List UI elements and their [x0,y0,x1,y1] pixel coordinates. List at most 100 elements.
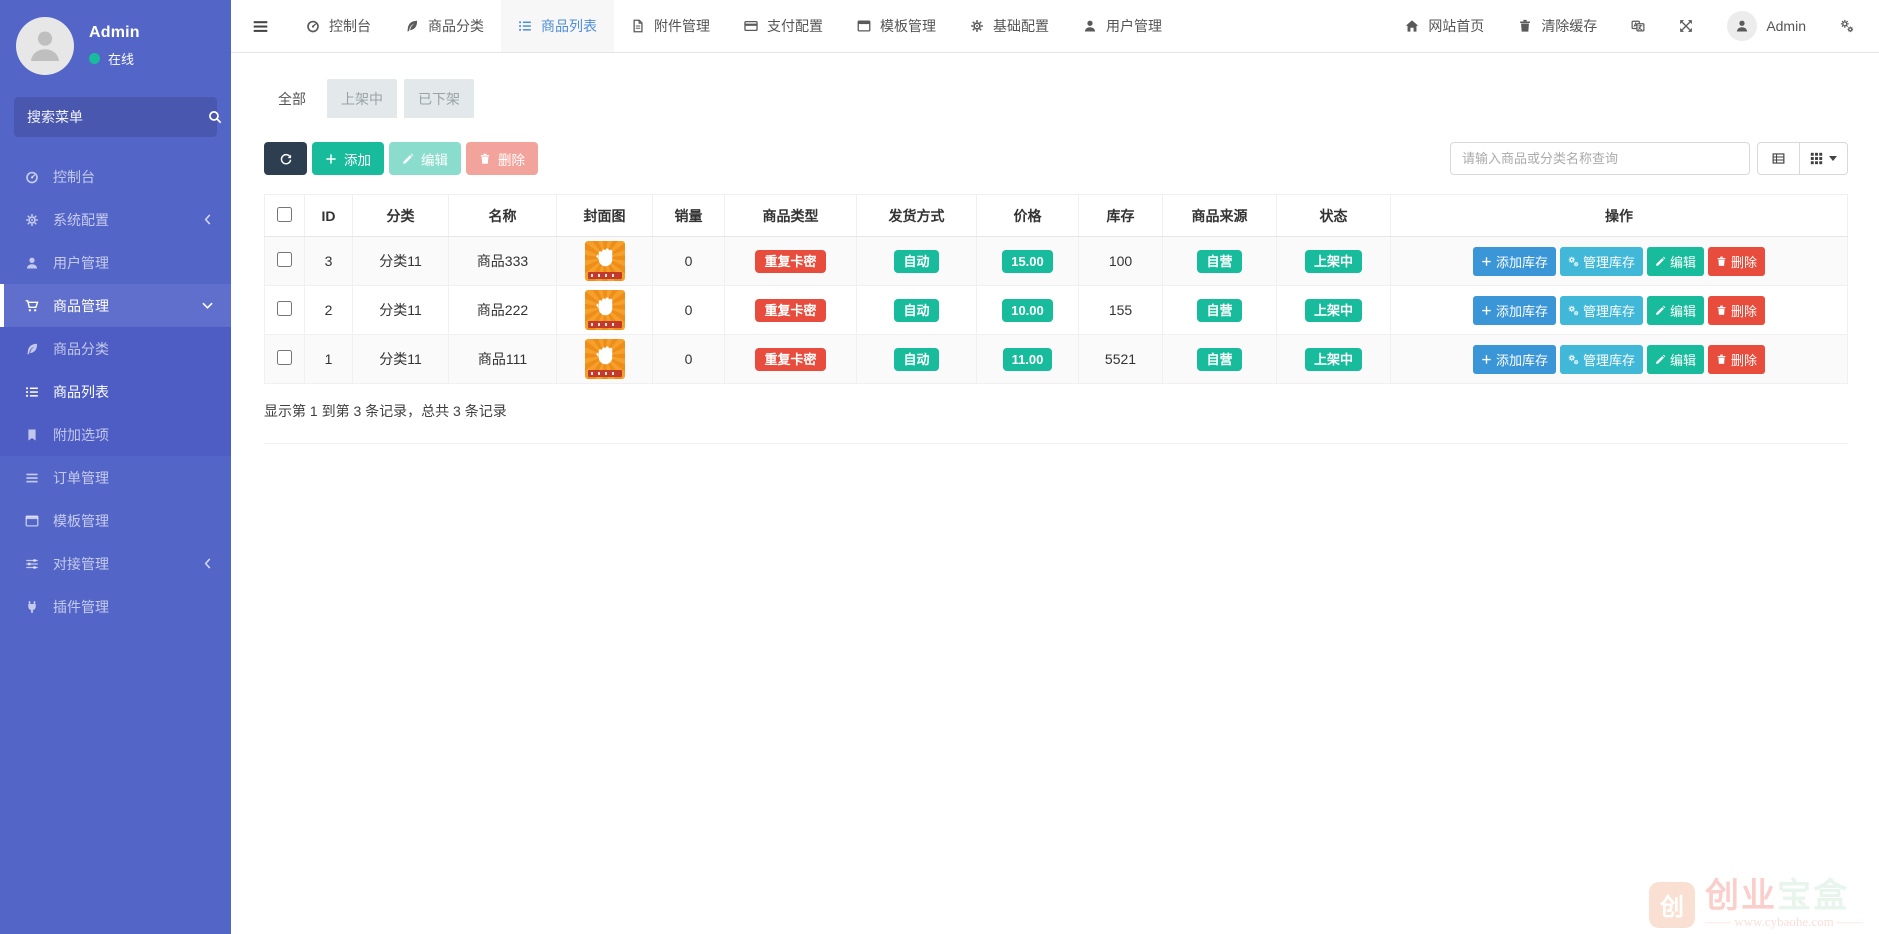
sidebar-item[interactable]: 订单管理 [0,456,231,499]
delete-button[interactable]: 删除 [466,142,538,175]
language-switch-button[interactable] [1614,0,1662,52]
topnav-item-label: 支付配置 [767,16,823,36]
sidebar: Admin 在线 控制台系统配置用户管理商品管理商品分类商品列表附加选项订单管理… [0,0,231,934]
sidebar-item[interactable]: 系统配置 [0,198,231,241]
delete-row-button[interactable]: 删除 [1708,345,1765,374]
topnav-item-label: 用户管理 [1106,16,1162,36]
fist-icon [585,242,625,272]
sidebar-item-label: 插件管理 [53,597,109,617]
pencil-icon [1655,354,1666,365]
bars-icon [22,471,41,485]
topnav-item[interactable]: 模板管理 [840,0,953,52]
add-stock-button[interactable]: 添加库存 [1473,345,1556,374]
refresh-button[interactable] [264,142,307,175]
panel-divider [264,443,1848,444]
cell-stock: 100 [1079,237,1163,286]
status-badge: 上架中 [1305,250,1362,273]
clear-cache-button[interactable]: 清除缓存 [1501,0,1614,52]
product-cover-image[interactable] [585,241,625,281]
table-column-header: 发货方式 [857,195,977,237]
row-checkbox[interactable] [277,252,292,267]
trash-icon [1716,305,1727,316]
topnav-item[interactable]: 附件管理 [614,0,727,52]
sidebar-item[interactable]: 商品管理 [0,284,231,327]
fullscreen-button[interactable] [1662,0,1710,52]
sidebar-item[interactable]: 模板管理 [0,499,231,542]
topnav-item[interactable]: 基础配置 [953,0,1066,52]
add-stock-button[interactable]: 添加库存 [1473,296,1556,325]
product-cover-image[interactable] [585,290,625,330]
caret-down-icon [1829,156,1837,161]
row-checkbox[interactable] [277,301,292,316]
delete-row-button[interactable]: 删除 [1708,296,1765,325]
sidebar-item-label: 对接管理 [53,554,109,574]
topnav-item[interactable]: 用户管理 [1066,0,1179,52]
user-icon [26,27,64,65]
topnav-item[interactable]: 支付配置 [727,0,840,52]
profile-menu[interactable]: Admin [1710,0,1823,52]
toggle-view-button[interactable] [1757,142,1800,175]
bookmark-icon [22,428,41,442]
row-checkbox[interactable] [277,350,292,365]
sidebar-item[interactable]: 附加选项 [0,413,231,456]
table-row: 2分类11商品2220重复卡密自动10.00155自营上架中添加库存管理库存编辑… [265,286,1848,335]
sidebar-toggle-button[interactable] [231,0,289,52]
topnav-item[interactable]: 商品列表 [501,0,614,52]
sidebar-item[interactable]: 用户管理 [0,241,231,284]
filter-tabs: 全部上架中已下架 [264,79,1848,118]
table-row: 1分类11商品1110重复卡密自动11.005521自营上架中添加库存管理库存编… [265,335,1848,384]
sidebar-item[interactable]: 对接管理 [0,542,231,585]
credit-card-icon [744,19,758,33]
cell-category: 分类11 [353,237,449,286]
expand-icon [1679,19,1693,33]
cell-category: 分类11 [353,286,449,335]
manage-stock-button[interactable]: 管理库存 [1560,247,1643,276]
hamburger-icon [252,18,269,35]
sidebar-item-label: 商品分类 [53,339,109,359]
pencil-icon [402,153,414,165]
site-home-link[interactable]: 网站首页 [1388,0,1501,52]
table-body: 3分类11商品3330重复卡密自动15.00100自营上架中添加库存管理库存编辑… [265,237,1848,384]
topnav-item[interactable]: 控制台 [289,0,388,52]
cover-banner [588,321,622,328]
table-toolbar: 添加 编辑 删除 [264,142,1848,175]
search-icon[interactable] [208,110,222,124]
edit-row-button[interactable]: 编辑 [1647,247,1704,276]
table-search-input[interactable] [1450,142,1750,175]
edit-button[interactable]: 编辑 [389,142,461,175]
sidebar-item[interactable]: 商品列表 [0,370,231,413]
manage-stock-button[interactable]: 管理库存 [1560,296,1643,325]
cogs-icon [1568,354,1579,365]
filter-tab[interactable]: 已下架 [404,79,474,118]
sidebar-item[interactable]: 插件管理 [0,585,231,628]
columns-dropdown-button[interactable] [1799,142,1848,175]
sidebar-menu: 控制台系统配置用户管理商品管理商品分类商品列表附加选项订单管理模板管理对接管理插… [0,155,231,934]
edit-row-button[interactable]: 编辑 [1647,345,1704,374]
edit-row-button[interactable]: 编辑 [1647,296,1704,325]
pencil-icon [1655,305,1666,316]
select-all-checkbox[interactable] [277,207,292,222]
cell-name: 商品222 [449,286,557,335]
menu-search-input[interactable] [27,109,208,125]
product-cover-image[interactable] [585,339,625,379]
cell-category: 分类11 [353,335,449,384]
filter-tab[interactable]: 全部 [264,79,320,118]
topnav-item[interactable]: 商品分类 [388,0,501,52]
delivery-badge: 自动 [894,348,938,371]
table-column-header: 状态 [1277,195,1391,237]
sidebar-item[interactable]: 控制台 [0,155,231,198]
cell-id: 3 [305,237,353,286]
settings-menu-button[interactable] [1823,0,1871,52]
cell-sales: 0 [653,286,725,335]
sidebar-item[interactable]: 商品分类 [0,327,231,370]
filter-tab[interactable]: 上架中 [327,79,397,118]
add-stock-button[interactable]: 添加库存 [1473,247,1556,276]
price-badge: 15.00 [1002,250,1053,273]
table-column-header: 操作 [1391,195,1848,237]
navbar-avatar [1727,11,1757,41]
cell-id: 1 [305,335,353,384]
manage-stock-button[interactable]: 管理库存 [1560,345,1643,374]
delete-row-button[interactable]: 删除 [1708,247,1765,276]
add-button[interactable]: 添加 [312,142,384,175]
topnav-right: 网站首页 清除缓存 Admin [1388,0,1879,52]
